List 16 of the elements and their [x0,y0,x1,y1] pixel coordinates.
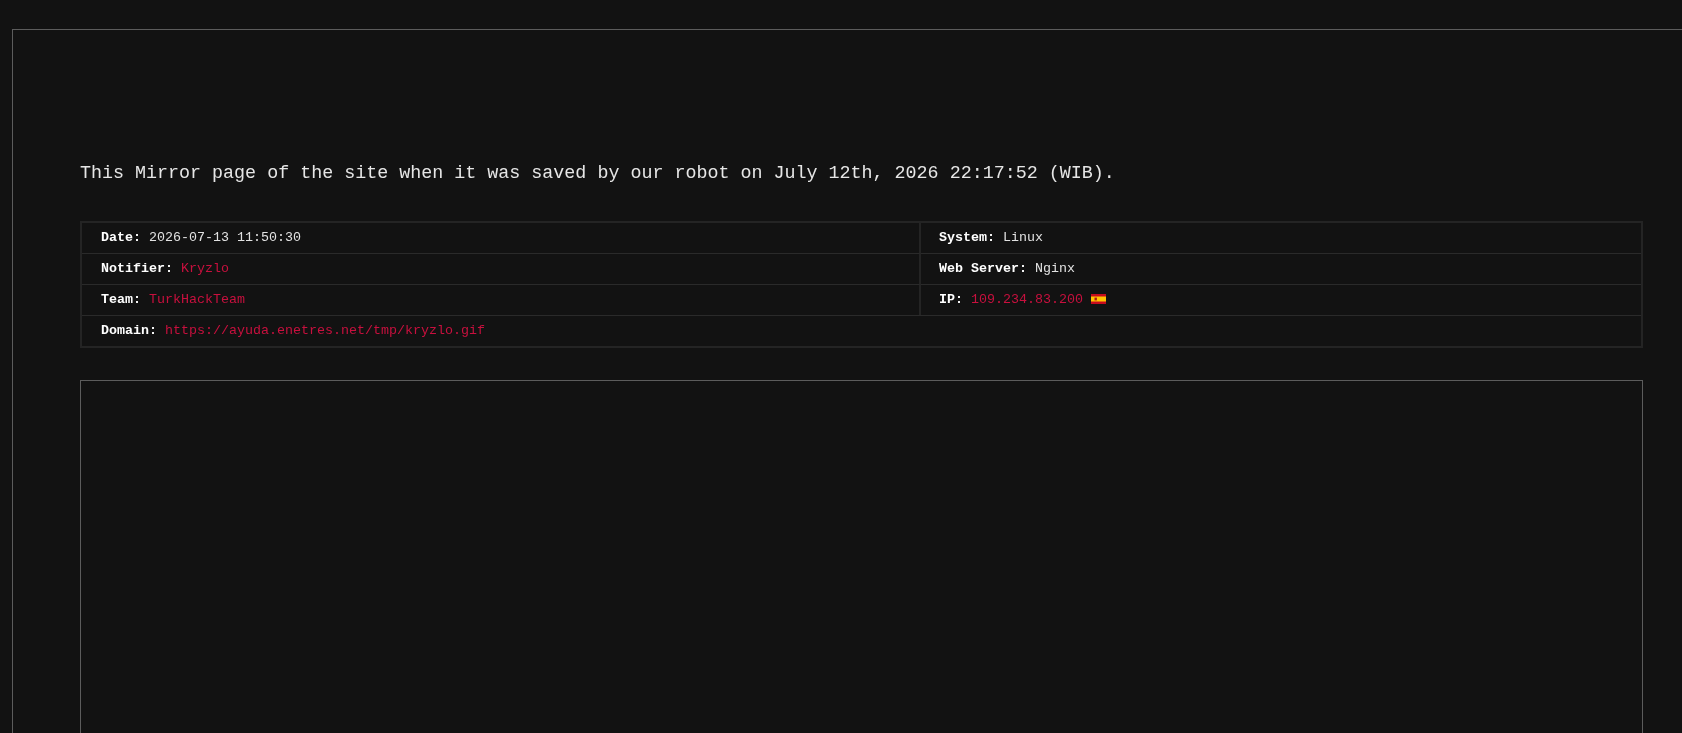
field-label: Notifier: [101,261,173,276]
value-link[interactable]: TurkHackTeam [149,292,245,307]
field-label: System: [939,230,995,245]
field-value: 2026-07-13 11:50:30 [149,230,301,245]
field-label: Domain: [101,323,157,338]
field-label: Team: [101,292,141,307]
value-link[interactable]: 109.234.83.200 [971,292,1083,307]
notice-text: This Mirror page of the site when it was saved by our robot on July 12th, 2026 22:17:52 (WIB). [80,163,1115,184]
flag-icon [1091,294,1106,304]
value-link[interactable]: https://ayuda.enetres.net/tmp/kryzlo.gif [165,323,485,338]
field-label: IP: [939,292,963,307]
field-value: Linux [1003,230,1043,245]
value-link[interactable]: Kryzlo [181,261,229,276]
field-value: Nginx [1035,261,1075,276]
field-label: Web Server: [939,261,1027,276]
field-label: Date: [101,230,141,245]
